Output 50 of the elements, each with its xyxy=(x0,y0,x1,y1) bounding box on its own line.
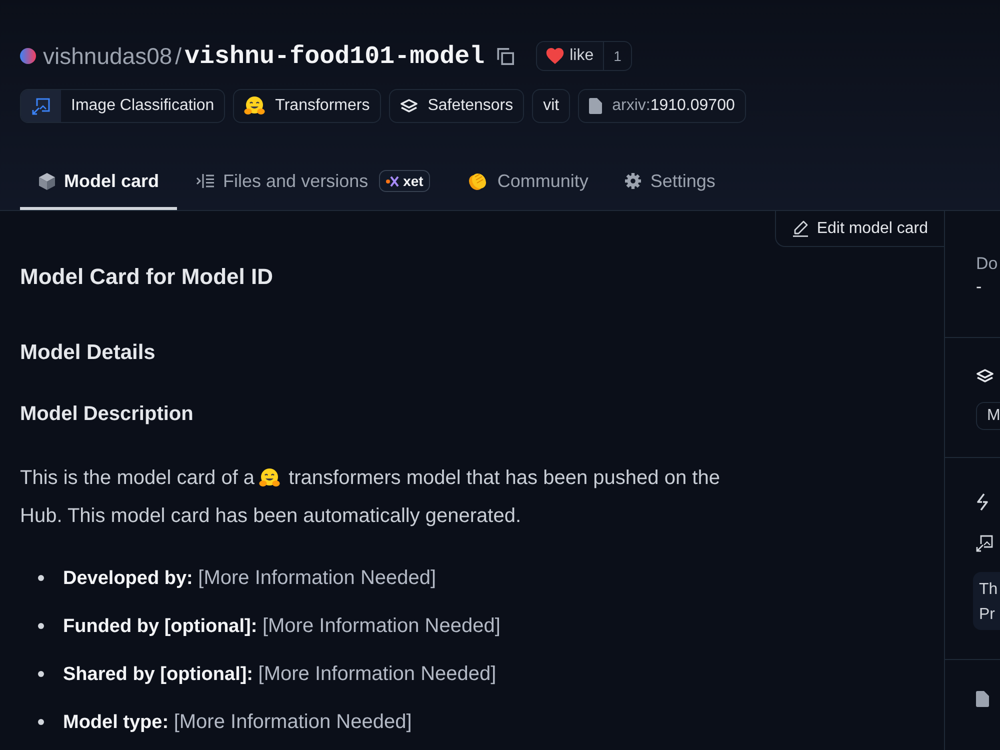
cube-icon xyxy=(39,172,55,190)
owner-link[interactable]: vishnudas08 xyxy=(43,42,172,70)
tag[interactable]: Image Classification xyxy=(20,89,226,123)
subsection-heading: Model Description xyxy=(20,402,194,427)
smiley-icon xyxy=(258,468,280,488)
layers-icon xyxy=(976,369,994,384)
x-mark-icon xyxy=(386,176,400,186)
downloads-value: - xyxy=(976,276,982,298)
tab-badge: xet xyxy=(379,170,430,192)
image-icon xyxy=(976,535,993,552)
bullet-icon xyxy=(38,575,44,581)
copy-icon[interactable] xyxy=(496,48,514,64)
tag[interactable]: Transformers xyxy=(233,89,381,123)
detail-text: Model type: [More Information Needed] xyxy=(63,710,412,734)
like-button[interactable]: like xyxy=(536,41,603,71)
tab[interactable]: Settings xyxy=(606,152,734,210)
tag[interactable]: Safetensors xyxy=(388,89,524,123)
pencil-icon xyxy=(792,220,809,237)
detail-text: Funded by [optional]: [More Information Needed] xyxy=(63,614,500,638)
avatar-icon xyxy=(20,48,36,64)
image-icon xyxy=(21,90,61,122)
layers-icon xyxy=(400,98,418,114)
lightning-icon xyxy=(976,493,989,511)
edit-button[interactable]: Edit model card xyxy=(774,211,944,247)
clapping-hands-icon xyxy=(467,171,488,191)
file-icon xyxy=(976,691,989,707)
bullet-icon xyxy=(38,719,44,725)
tag[interactable]: vit xyxy=(532,89,570,123)
like-count: 1 xyxy=(602,41,632,71)
tab[interactable]: Community xyxy=(448,152,606,210)
detail-text: Developed by: [More Information Needed] xyxy=(63,566,436,590)
smiley-icon xyxy=(244,96,266,116)
text-snippet: Th Pr xyxy=(973,572,1000,630)
description-paragraph: This is the model card of a transformers model that has been pushed on the Hub. This model card has been automatically generated. xyxy=(20,466,721,529)
tab[interactable]: Files and versions xet xyxy=(177,152,448,210)
list-icon xyxy=(196,174,214,188)
settings-icon xyxy=(625,173,642,189)
tag[interactable]: arxiv:1910.09700 xyxy=(578,89,746,123)
path-separator: / xyxy=(175,42,182,70)
format-tag[interactable]: M xyxy=(976,402,1000,430)
model-name: vishnu-food101-model xyxy=(184,42,485,70)
card-title: Model Card for Model ID xyxy=(20,263,274,291)
section-heading: Model Details xyxy=(20,340,156,366)
file-icon xyxy=(589,98,602,114)
heart-icon xyxy=(546,48,564,64)
tab[interactable]: Model card xyxy=(20,152,178,210)
downloads-label: Do xyxy=(976,253,998,275)
bullet-icon xyxy=(38,623,44,629)
bullet-icon xyxy=(38,671,44,677)
detail-text: Shared by [optional]: [More Information Needed] xyxy=(63,662,496,686)
